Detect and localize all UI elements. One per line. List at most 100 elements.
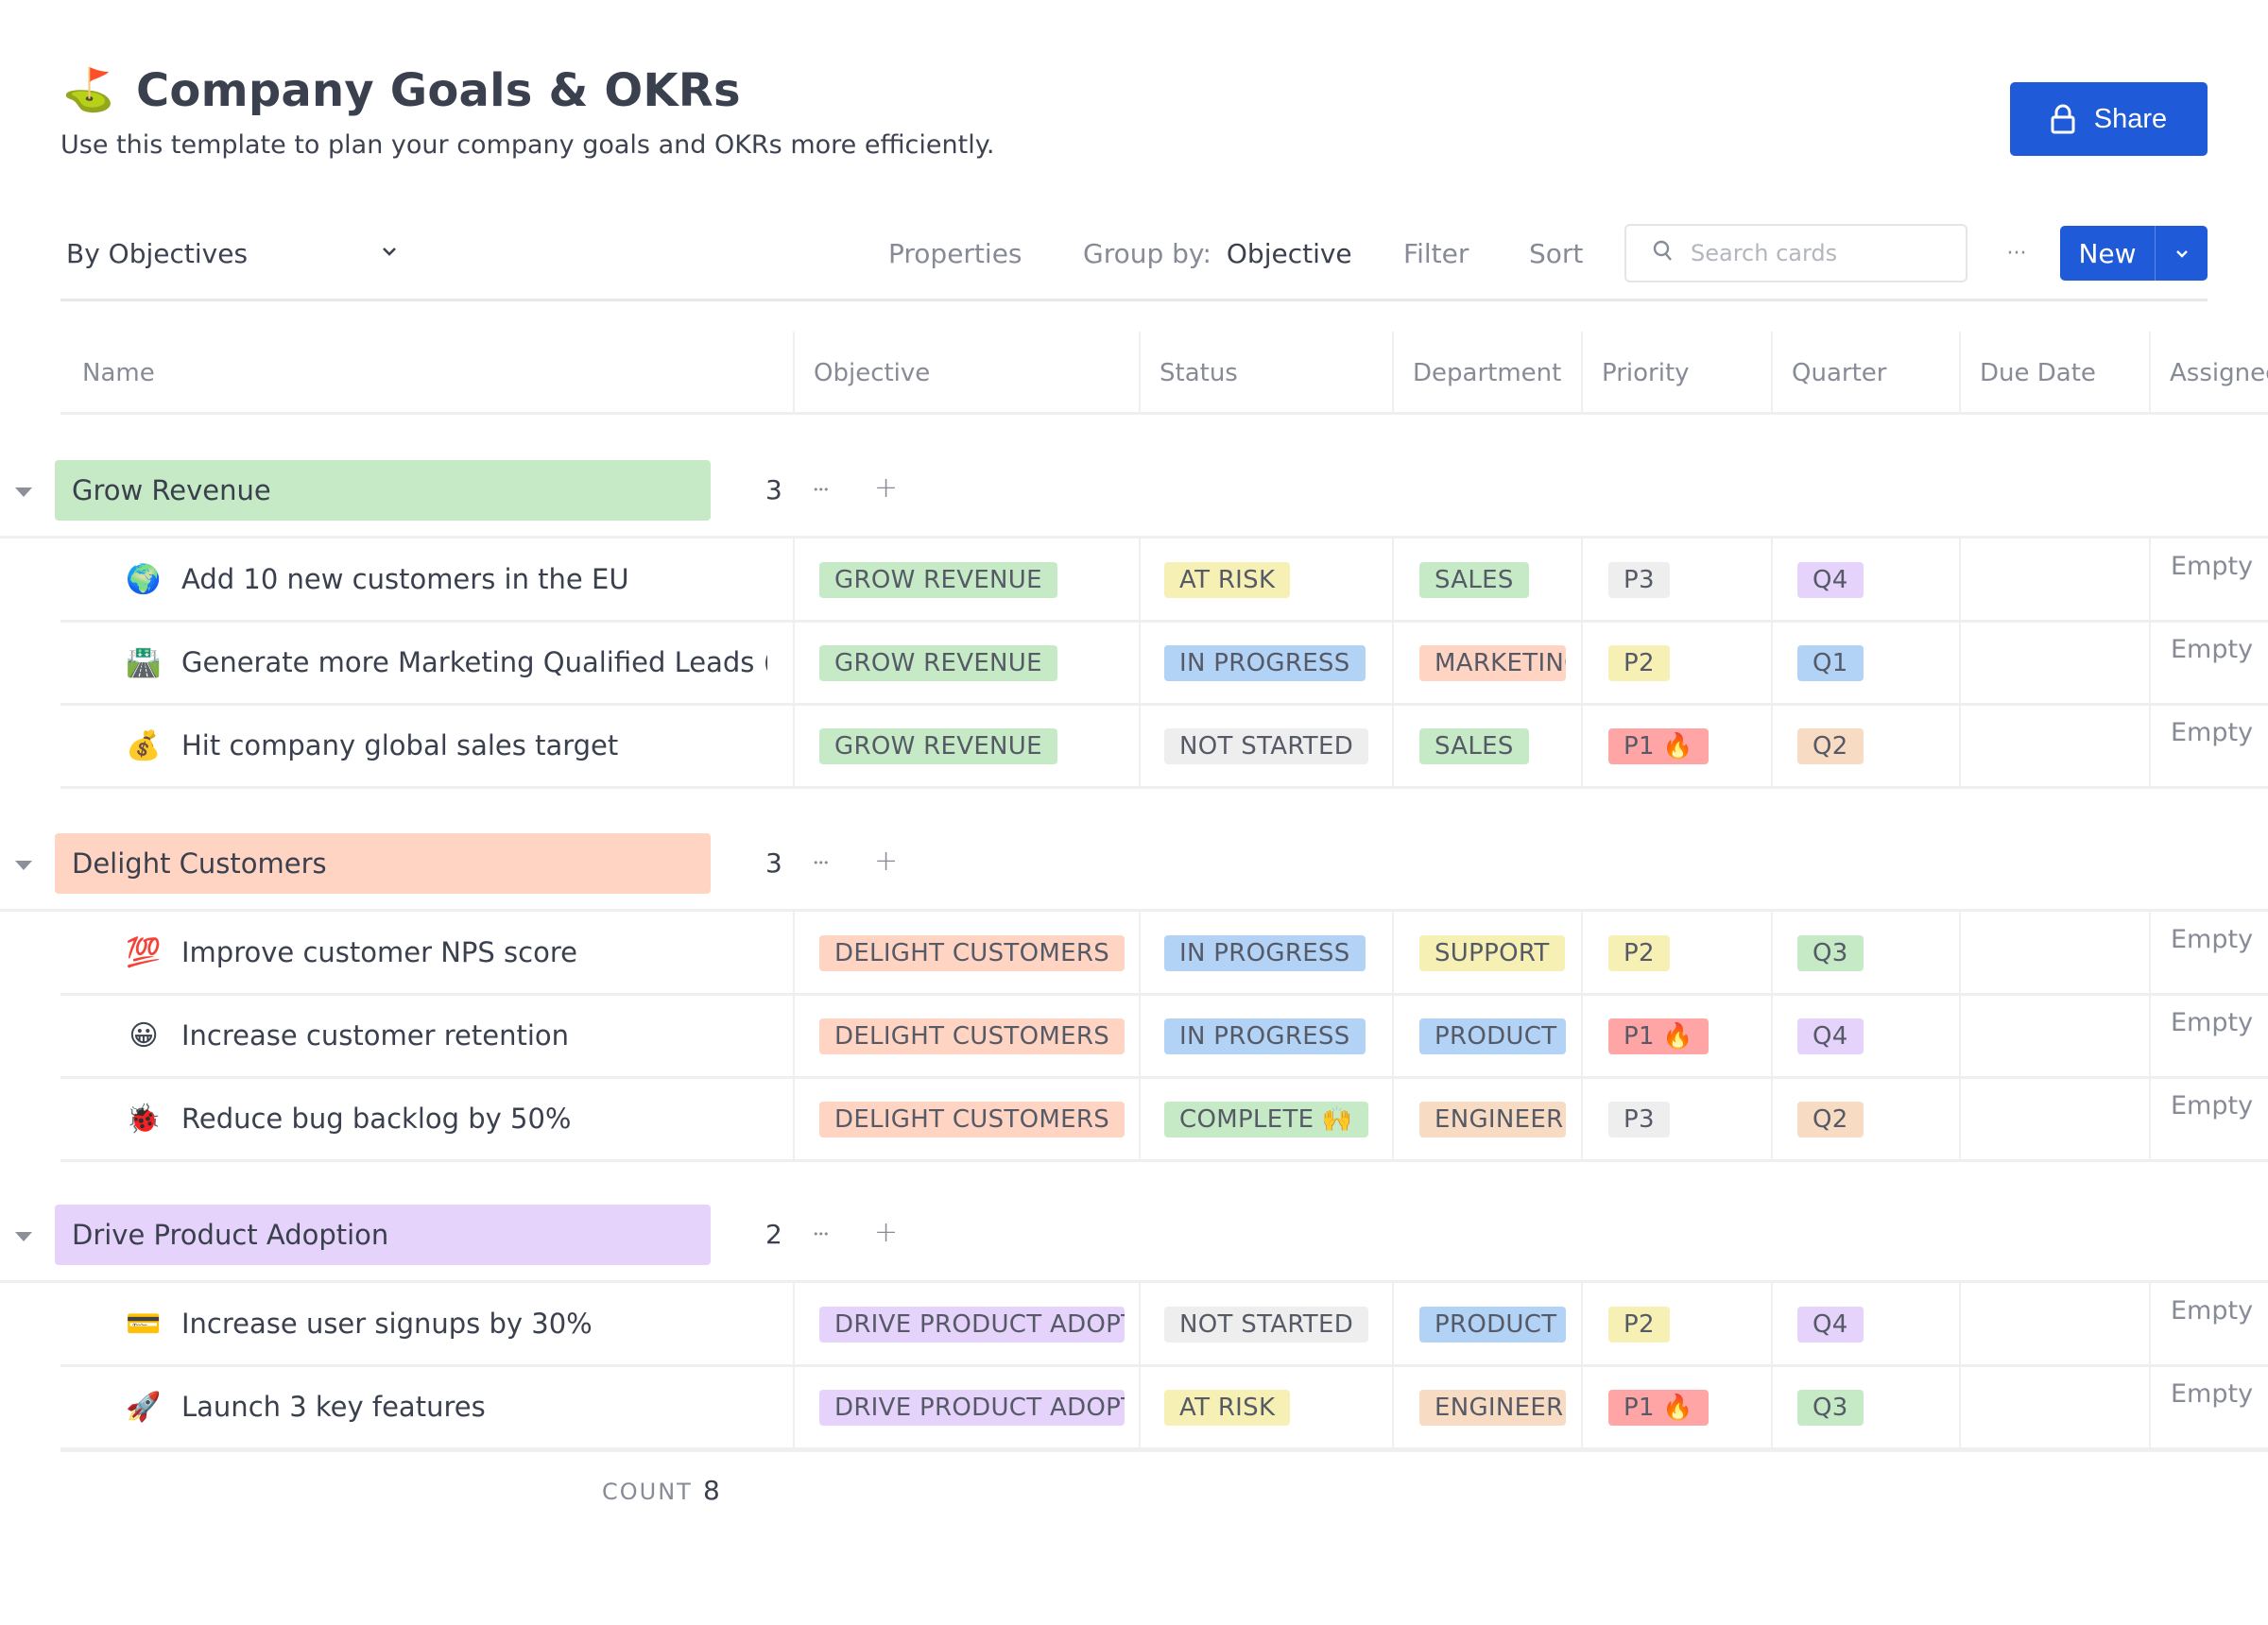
row-name[interactable]: Reduce bug backlog by 50% — [181, 1103, 767, 1135]
column-header-due-date[interactable]: Due Date — [1959, 332, 2096, 414]
column-header-priority[interactable]: Priority — [1581, 332, 1690, 414]
quarter-tag[interactable]: Q4 — [1797, 1018, 1864, 1054]
objective-tag[interactable]: DRIVE PRODUCT ADOPTION — [819, 1390, 1125, 1426]
quarter-tag[interactable]: Q4 — [1797, 1307, 1864, 1343]
row-name[interactable]: Increase customer retention — [181, 1019, 767, 1052]
objective-tag[interactable]: DELIGHT CUSTOMERS — [819, 935, 1125, 971]
status-tag[interactable]: IN PROGRESS — [1164, 935, 1366, 971]
quarter-tag[interactable]: Q1 — [1797, 645, 1864, 681]
search-input[interactable] — [1691, 240, 1955, 266]
properties-button[interactable]: Properties — [888, 232, 1022, 274]
status-tag[interactable]: AT RISK — [1164, 562, 1291, 598]
properties-label: Properties — [888, 237, 1022, 269]
row-name[interactable]: Increase user signups by 30% — [181, 1308, 767, 1340]
status-tag[interactable]: IN PROGRESS — [1164, 1018, 1366, 1054]
row-name[interactable]: Improve customer NPS score — [181, 936, 767, 968]
new-button[interactable]: New — [2060, 226, 2155, 281]
quarter-tag[interactable]: Q3 — [1797, 1390, 1864, 1426]
more-options-button[interactable]: ··· — [2002, 240, 2032, 268]
new-dropdown-button[interactable] — [2156, 226, 2208, 281]
due-date-cell[interactable] — [1962, 1078, 2147, 1161]
status-tag[interactable]: NOT STARTED — [1164, 1307, 1369, 1343]
column-divider — [1771, 1283, 1773, 1366]
department-tag[interactable]: SALES — [1419, 562, 1529, 598]
group-by-button[interactable]: Group by: Objective — [1083, 232, 1352, 274]
group-more-icon[interactable]: ••• — [813, 477, 829, 504]
group-more-icon[interactable]: ••• — [813, 850, 829, 877]
priority-tag[interactable]: P1 🔥 — [1608, 1018, 1710, 1054]
objective-tag[interactable]: GROW REVENUE — [819, 562, 1057, 598]
status-tag[interactable]: AT RISK — [1164, 1390, 1291, 1426]
priority-tag[interactable]: P1 🔥 — [1608, 1390, 1710, 1426]
department-tag[interactable]: PRODUCT — [1419, 1307, 1566, 1343]
status-tag[interactable]: COMPLETE 🙌 — [1164, 1102, 1368, 1138]
department-tag[interactable]: SALES — [1419, 728, 1529, 764]
row-name[interactable]: Add 10 new customers in the EU — [181, 563, 767, 595]
filter-button[interactable]: Filter — [1403, 232, 1469, 274]
due-date-cell[interactable] — [1962, 1283, 2147, 1366]
assignee-cell[interactable]: Empty — [2171, 552, 2253, 581]
header-bottom-border — [60, 412, 2268, 415]
column-header-quarter[interactable]: Quarter — [1771, 332, 1886, 414]
group-add-icon[interactable]: + — [874, 471, 898, 505]
assignee-cell[interactable]: Empty — [2171, 1008, 2253, 1037]
assignee-cell[interactable]: Empty — [2171, 718, 2253, 747]
row-name[interactable]: Generate more Marketing Qualified Leads … — [181, 646, 767, 678]
column-divider — [793, 1366, 795, 1449]
share-button[interactable]: Share — [2010, 82, 2208, 156]
department-tag[interactable]: MARKETING — [1419, 645, 1566, 681]
objective-tag[interactable]: DELIGHT CUSTOMERS — [819, 1102, 1125, 1138]
assignee-cell[interactable]: Empty — [2171, 1296, 2253, 1326]
quarter-tag[interactable]: Q4 — [1797, 562, 1864, 598]
golf-flag-icon: ⛳ — [62, 66, 114, 114]
quarter-tag[interactable]: Q2 — [1797, 1102, 1864, 1138]
priority-tag[interactable]: P2 — [1608, 645, 1670, 681]
search-box[interactable] — [1624, 224, 1967, 282]
status-tag[interactable]: IN PROGRESS — [1164, 645, 1366, 681]
group-header[interactable]: Grow Revenue — [55, 460, 711, 521]
assignee-cell[interactable]: Empty — [2171, 635, 2253, 664]
priority-tag[interactable]: P2 — [1608, 1307, 1670, 1343]
priority-tag[interactable]: P1 🔥 — [1608, 728, 1710, 764]
sort-button[interactable]: Sort — [1529, 232, 1583, 274]
department-tag[interactable]: ENGINEERING — [1419, 1390, 1566, 1426]
view-selector[interactable]: By Objectives — [66, 232, 406, 274]
due-date-cell[interactable] — [1962, 1366, 2147, 1449]
assignee-cell[interactable]: Empty — [2171, 1379, 2253, 1409]
due-date-cell[interactable] — [1962, 622, 2147, 705]
group-add-icon[interactable]: + — [874, 845, 898, 878]
column-header-name[interactable]: Name — [60, 332, 155, 414]
column-header-assignee[interactable]: Assignee — [2149, 332, 2268, 414]
quarter-tag[interactable]: Q2 — [1797, 728, 1864, 764]
collapse-toggle-icon[interactable] — [13, 485, 34, 498]
department-tag[interactable]: PRODUCT — [1419, 1018, 1566, 1054]
collapse-toggle-icon[interactable] — [13, 1229, 34, 1242]
row-name[interactable]: Hit company global sales target — [181, 729, 767, 761]
column-header-objective[interactable]: Objective — [793, 332, 930, 414]
group-header[interactable]: Drive Product Adoption — [55, 1205, 711, 1265]
objective-tag[interactable]: DRIVE PRODUCT ADOPTION — [819, 1307, 1125, 1343]
due-date-cell[interactable] — [1962, 539, 2147, 622]
due-date-cell[interactable] — [1962, 995, 2147, 1078]
due-date-cell[interactable] — [1962, 912, 2147, 995]
objective-tag[interactable]: GROW REVENUE — [819, 645, 1057, 681]
group-header[interactable]: Delight Customers — [55, 833, 711, 894]
quarter-tag[interactable]: Q3 — [1797, 935, 1864, 971]
row-name[interactable]: Launch 3 key features — [181, 1391, 767, 1423]
department-tag[interactable]: SUPPORT — [1419, 935, 1565, 971]
due-date-cell[interactable] — [1962, 705, 2147, 788]
collapse-toggle-icon[interactable] — [13, 858, 34, 871]
assignee-cell[interactable]: Empty — [2171, 925, 2253, 954]
priority-tag[interactable]: P2 — [1608, 935, 1670, 971]
group-more-icon[interactable]: ••• — [813, 1222, 829, 1248]
assignee-cell[interactable]: Empty — [2171, 1091, 2253, 1120]
column-header-status[interactable]: Status — [1139, 332, 1238, 414]
objective-tag[interactable]: DELIGHT CUSTOMERS — [819, 1018, 1125, 1054]
priority-tag[interactable]: P3 — [1608, 1102, 1670, 1138]
column-header-department[interactable]: Department — [1392, 332, 1561, 414]
group-add-icon[interactable]: + — [874, 1216, 898, 1249]
objective-tag[interactable]: GROW REVENUE — [819, 728, 1057, 764]
department-tag[interactable]: ENGINEERING — [1419, 1102, 1566, 1138]
status-tag[interactable]: NOT STARTED — [1164, 728, 1369, 764]
priority-tag[interactable]: P3 — [1608, 562, 1670, 598]
